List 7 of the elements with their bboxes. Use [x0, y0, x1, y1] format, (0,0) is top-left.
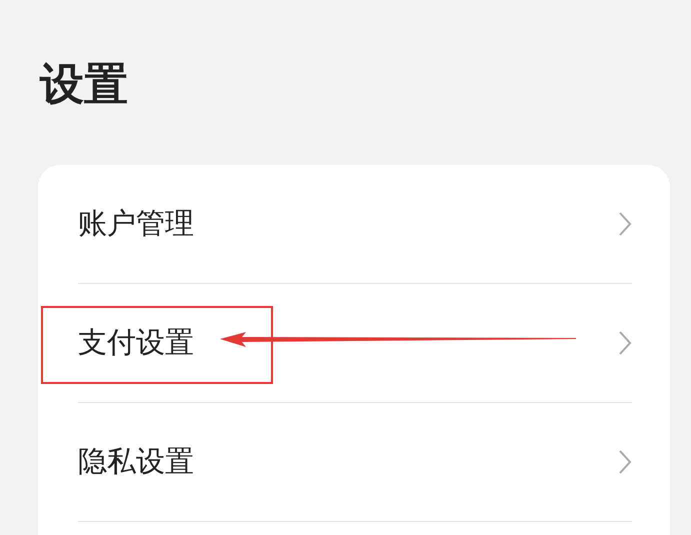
chevron-right-icon [618, 449, 632, 475]
chevron-right-icon [618, 330, 632, 356]
page-title: 设置 [40, 58, 129, 112]
settings-item[interactable]: 隐私设置 [78, 442, 194, 482]
chevron-right-icon [618, 211, 632, 237]
settings-item[interactable]: 支付设置 [78, 323, 194, 363]
settings-item[interactable]: 账户管理 [78, 204, 194, 244]
